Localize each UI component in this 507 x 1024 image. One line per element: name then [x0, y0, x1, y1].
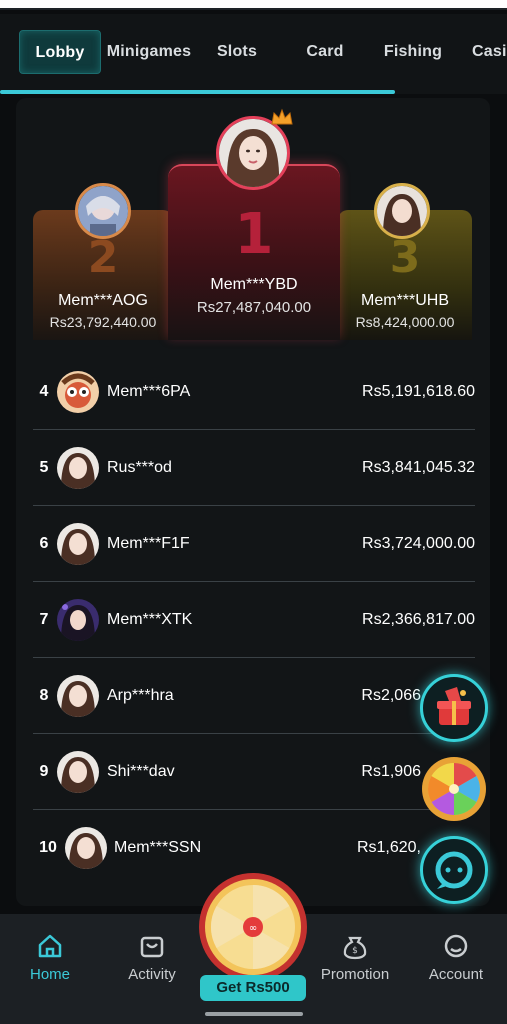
player-name: Rus***od	[107, 459, 172, 476]
rank-number: 4	[39, 383, 49, 400]
podium-second-name: Mem***AOG	[58, 292, 148, 309]
tab-card[interactable]: Card	[292, 30, 358, 74]
podium-third-amount: Rs8,424,000.00	[355, 314, 455, 330]
spin-wheel-icon: ∞	[199, 873, 307, 981]
avatar-third	[374, 183, 430, 239]
podium-first-amount: Rs27,487,040.00	[196, 299, 312, 316]
tab-casino[interactable]: Casi	[472, 30, 507, 74]
list-item[interactable]: 9 Shi***dav Rs1,906	[33, 734, 475, 810]
nav-promotion-label: Promotion	[320, 966, 390, 983]
chat-support-button[interactable]	[420, 836, 488, 904]
gift-button[interactable]	[420, 674, 488, 742]
game-category-tabs: Lobby Minigames Slots Card Fishing Casi	[0, 14, 507, 94]
rank-number-3: 3	[389, 232, 421, 283]
player-name: Mem***6PA	[107, 383, 191, 400]
tab-scroll-indicator	[0, 90, 395, 94]
activity-icon	[140, 936, 164, 958]
avatar	[57, 371, 99, 413]
tab-lobby[interactable]: Lobby	[19, 30, 101, 74]
chat-support-icon	[435, 851, 473, 889]
svg-text:$: $	[352, 946, 358, 956]
player-name: Mem***F1F	[107, 535, 190, 552]
list-item[interactable]: 8 Arp***hra Rs2,066	[33, 658, 475, 734]
tab-minigames[interactable]: Minigames	[106, 30, 192, 74]
nav-home-label: Home	[29, 966, 70, 983]
player-amount: Rs3,841,045.32	[362, 459, 475, 476]
rank-number: 8	[39, 687, 49, 704]
list-item[interactable]: 4 Mem***6PA Rs5,191,618.60	[33, 354, 475, 430]
nav-activity-label: Activity	[128, 966, 176, 983]
player-amount: Rs3,724,000.00	[362, 535, 475, 552]
rank-number: 7	[39, 611, 49, 628]
get-bonus-button[interactable]: Get Rs500	[200, 975, 306, 1001]
list-item[interactable]: 5 Rus***od Rs3,841,045.32	[33, 430, 475, 506]
svg-text:∞: ∞	[249, 923, 257, 934]
lucky-wheel-button[interactable]	[420, 755, 488, 823]
rank-number: 5	[39, 459, 49, 476]
status-bar	[0, 0, 507, 8]
avatar	[57, 599, 99, 641]
player-name: Mem***SSN	[114, 839, 202, 856]
tab-slots[interactable]: Slots	[204, 30, 270, 74]
nav-home[interactable]: Home	[5, 914, 95, 1006]
player-amount: Rs2,366,817.00	[362, 611, 475, 628]
nav-promotion[interactable]: $ Promotion	[310, 914, 400, 1006]
crown-icon	[271, 108, 293, 125]
status-divider	[0, 8, 507, 10]
podium: 2 Mem***AOG Rs23,792,440.00 3 Mem***UHB …	[16, 98, 490, 358]
player-name: Mem***XTK	[107, 611, 193, 628]
spin-wheel-button[interactable]: ∞	[198, 872, 308, 982]
avatar	[57, 447, 99, 489]
lucky-wheel-icon	[422, 757, 486, 821]
rank-number: 10	[39, 839, 57, 856]
avatar	[65, 827, 107, 869]
player-amount: Rs1,620,	[356, 839, 421, 856]
list-item[interactable]: 6 Mem***F1F Rs3,724,000.00	[33, 506, 475, 582]
avatar	[57, 523, 99, 565]
nav-account[interactable]: Account	[411, 914, 501, 1006]
podium-first: 1 Mem***YBD Rs27,487,040.00	[168, 164, 340, 340]
home-indicator-bar[interactable]	[205, 1012, 303, 1016]
rank-number-1: 1	[234, 202, 274, 267]
leaderboard-panel: 2 Mem***AOG Rs23,792,440.00 3 Mem***UHB …	[16, 98, 490, 906]
promotion-icon: $	[343, 936, 367, 960]
nav-activity[interactable]: Activity	[107, 914, 197, 1006]
avatar	[57, 675, 99, 717]
gift-icon	[437, 687, 471, 725]
podium-first-name: Mem***YBD	[210, 276, 298, 293]
tab-fishing[interactable]: Fishing	[378, 30, 448, 74]
podium-second-amount: Rs23,792,440.00	[49, 314, 157, 330]
rank-number-2: 2	[87, 232, 119, 283]
rank-number: 9	[39, 763, 49, 780]
avatar-second	[75, 183, 131, 239]
nav-account-label: Account	[428, 966, 484, 983]
podium-third-name: Mem***UHB	[360, 292, 449, 309]
player-amount: Rs2,066	[361, 687, 421, 704]
player-name: Shi***dav	[107, 763, 175, 780]
list-item[interactable]: 7 Mem***XTK Rs2,366,817.00	[33, 582, 475, 658]
avatar	[57, 751, 99, 793]
player-amount: Rs1,906	[361, 763, 421, 780]
player-name: Arp***hra	[107, 687, 174, 704]
rank-number: 6	[39, 535, 49, 552]
player-amount: Rs5,191,618.60	[362, 383, 475, 400]
account-icon	[444, 934, 468, 958]
home-icon	[38, 934, 62, 958]
